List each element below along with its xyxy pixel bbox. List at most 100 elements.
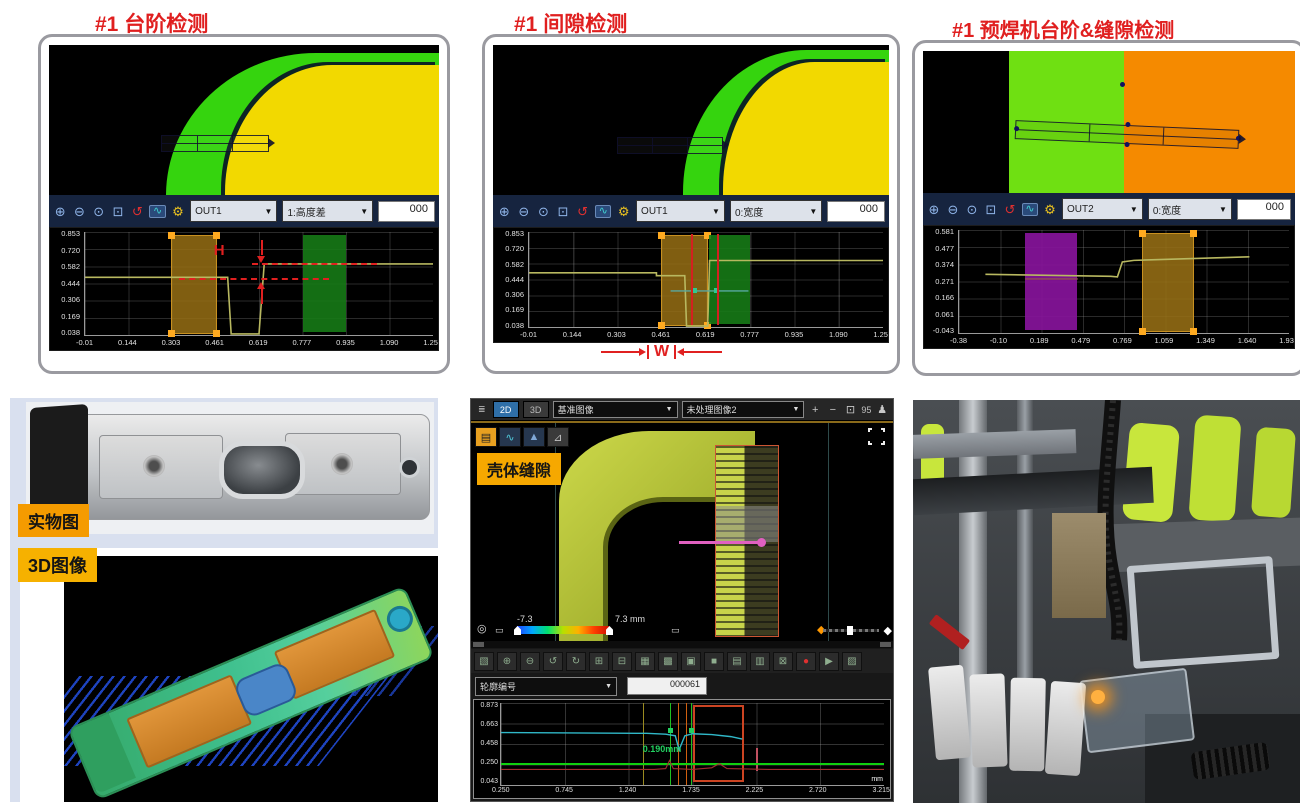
tool-icon-button[interactable]: ● [796,652,816,671]
y-axis-tick: 0.306 [61,296,80,304]
height-colorbar[interactable] [517,626,609,634]
profile-icon[interactable]: ∿ [499,427,521,447]
tool-icon-button[interactable]: ▶ [819,652,839,671]
zoom-area-icon[interactable]: ⊕ [53,205,67,218]
horizontal-scrollbar[interactable] [471,641,893,648]
tool-icon-button[interactable]: ⊟ [612,652,632,671]
tool-icon-button[interactable]: ⊖ [520,652,540,671]
strip-gray-patch [716,506,778,542]
zoom-select-icon[interactable]: ⊙ [92,205,106,218]
measure-box[interactable] [617,137,723,154]
y-axis-ticks: 0.8530.7200.5820.4440.3060.1690.038 [496,230,524,329]
tool-icon-button[interactable]: ▣ [681,652,701,671]
profile-display-icon[interactable]: ∿ [595,205,612,218]
settings-gear-icon[interactable]: ⚙ [616,205,631,218]
result-value-box[interactable]: 000 [827,201,885,222]
peak-icon[interactable]: ▲ [523,427,545,447]
measure-node[interactable] [1014,126,1019,131]
menu-icon[interactable]: ≣ [475,404,489,415]
zoom-area-icon[interactable]: ⊕ [497,205,512,218]
tool-icon-button[interactable]: ▥ [750,652,770,671]
measure-box[interactable] [161,135,269,152]
zoom-area-icon[interactable]: ⊕ [927,203,941,216]
view-2d-button[interactable]: 2D [493,401,519,418]
x-axis-tick: 0.619 [249,339,268,349]
tool-icon-button[interactable]: ▤ [727,652,747,671]
undo-icon[interactable]: ↺ [575,205,590,218]
x-axis-tick: -0.01 [520,331,537,341]
height-image-icon[interactable]: ▤ [475,427,497,447]
x-axis-tick: 2.720 [809,787,827,797]
measure-mode-select[interactable]: 1:高度差▼ [282,200,373,222]
zoom-fit-icon[interactable]: ⊡ [556,205,571,218]
zoom-out-icon[interactable]: ⊖ [946,203,960,216]
profile-select-row: 轮廓编号▼ 000061 [471,675,893,697]
measure-node[interactable] [1125,122,1130,127]
undo-icon[interactable]: ↺ [130,205,144,218]
profile-display-icon[interactable]: ∿ [149,205,165,218]
base-image-value: 基准图像 [558,403,663,416]
tool-icon-button[interactable]: ▧ [474,652,494,671]
angle-icon[interactable]: ⊿ [547,427,569,447]
result-value-box[interactable]: 000 [1237,199,1291,220]
settings-gear-icon[interactable]: ⚙ [171,205,185,218]
zoom-out-icon[interactable]: − [826,404,840,416]
tool-icon-button[interactable]: ⊠ [773,652,793,671]
x-axis-tick: 1.25 [873,331,888,341]
zoom-out-icon[interactable]: ⊖ [517,205,532,218]
fit-view-icon[interactable]: ⊡ [844,403,858,416]
output-select[interactable]: OUT2▼ [1062,198,1143,220]
viewer-3d-canvas[interactable]: ▤ ∿ ▲ ⊿ 壳体缝隙 ◎ ▭ -7.3 7.3 mm ▭ ◆ ◆ [471,421,893,641]
tool-icon-button[interactable]: ⊕ [497,652,517,671]
target-icon[interactable]: ◎ [477,624,487,635]
output-select[interactable]: OUT1▼ [190,200,277,222]
settings-gear-icon[interactable]: ⚙ [1043,203,1057,216]
tool-icon-button[interactable]: ↺ [543,652,563,671]
fullscreen-icon[interactable] [868,428,885,445]
arrow-line [601,351,639,353]
zoom-fit-icon[interactable]: ⊡ [111,205,125,218]
photo-detail-screw [331,453,353,475]
result-value-box[interactable]: 000 [378,201,435,222]
profile-display-icon[interactable]: ∿ [1022,203,1038,216]
lower-reference-line [179,278,329,280]
white-diamond-icon[interactable]: ◆ [884,626,892,637]
tool-icon-button[interactable]: ■ [704,652,724,671]
output-select-value: OUT1 [195,206,260,217]
zoom-out-icon[interactable]: ⊖ [72,205,86,218]
base-image-select[interactable]: 基准图像▼ [553,401,678,418]
view-3d-button[interactable]: 3D [523,401,549,418]
tool-icon-button[interactable]: ⊞ [589,652,609,671]
measure-arrow-icon [268,138,275,148]
undo-icon[interactable]: ↺ [1003,203,1017,216]
mini-slider[interactable] [823,629,879,632]
mini-slider-handle[interactable] [847,626,853,635]
profile-number-select[interactable]: 轮廓编号▼ [475,677,617,696]
x-axis-tick: -0.10 [990,337,1007,347]
user-icon[interactable]: ♟ [875,403,889,416]
plot-area [958,230,1289,334]
zoom-select-icon[interactable]: ⊙ [965,203,979,216]
range-icon[interactable]: ▭ [495,626,504,635]
profile-number-value[interactable]: 000061 [627,677,707,695]
measure-mode-select[interactable]: 0:宽度▼ [1148,198,1232,220]
output-select[interactable]: OUT1▼ [636,200,725,222]
tool-icon-button[interactable]: ↻ [566,652,586,671]
threed-part-port [383,602,417,636]
measure-mode-select[interactable]: 0:宽度▼ [730,200,822,222]
tool-icon-button[interactable]: ▨ [842,652,862,671]
zoom-select-icon[interactable]: ⊙ [536,205,551,218]
zoom-fit-icon[interactable]: ⊡ [984,203,998,216]
tool-icon-button[interactable]: ▩ [658,652,678,671]
raw-image-select[interactable]: 未处理图像2▼ [682,401,805,418]
range-icon[interactable]: ▭ [671,626,680,635]
y-axis-tick: 0.043 [480,778,498,785]
x-axis-tick: 1.349 [1196,337,1215,347]
gap-left-line [691,234,693,325]
measure-node[interactable] [1124,142,1129,147]
zoom-in-icon[interactable]: + [808,404,822,416]
photo-detail-hole [399,457,420,478]
y-axis-tick: 0.306 [505,291,524,299]
x-axis-tick: 1.059 [1155,337,1174,347]
tool-icon-button[interactable]: ▦ [635,652,655,671]
